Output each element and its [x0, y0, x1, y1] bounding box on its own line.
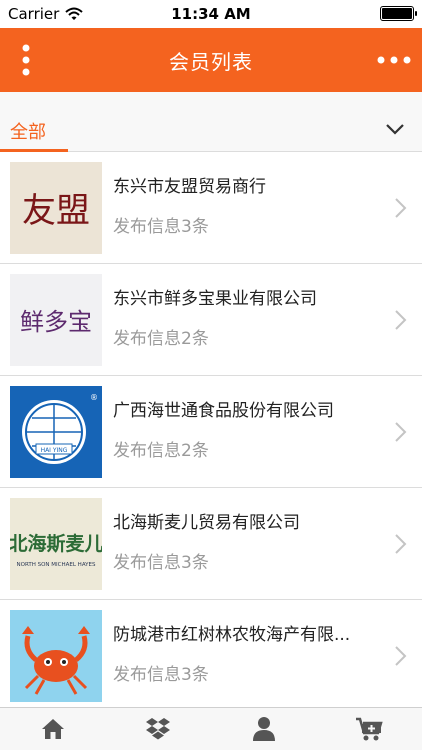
- member-logo: 鲜多宝: [10, 274, 102, 366]
- user-icon: [252, 717, 275, 741]
- svg-text:友盟: 友盟: [22, 191, 90, 231]
- status-bar: Carrier 11:34 AM: [0, 0, 422, 28]
- chevron-right-icon: [395, 198, 407, 218]
- tab-all[interactable]: 全部: [0, 118, 68, 152]
- list-item[interactable]: 北海斯麦儿 NORTH SON MICHAEL HAYES 北海斯麦儿贸易有限公…: [0, 488, 422, 600]
- list-item[interactable]: 防城港市红树林农牧海产有限... 发布信息3条: [0, 600, 422, 712]
- page-title: 会员列表: [169, 50, 253, 74]
- member-name: 东兴市鲜多宝果业有限公司: [113, 289, 317, 309]
- member-post-count: 发布信息2条: [113, 329, 209, 349]
- svg-text:NORTH SON MICHAEL HAYES: NORTH SON MICHAEL HAYES: [17, 562, 96, 568]
- chevron-right-icon: [395, 646, 407, 666]
- crab-icon: [10, 610, 102, 702]
- member-name: 广西海世通食品股份有限公司: [113, 401, 334, 421]
- list-item[interactable]: 友盟 东兴市友盟贸易商行 发布信息3条: [0, 152, 422, 264]
- member-logo: HAI YING ®: [10, 386, 102, 478]
- status-time: 11:34 AM: [171, 5, 251, 23]
- svg-text:HAI YING: HAI YING: [41, 447, 68, 454]
- svg-text:北海斯麦儿: 北海斯麦儿: [10, 532, 102, 555]
- member-logo: 北海斯麦儿 NORTH SON MICHAEL HAYES: [10, 498, 102, 590]
- chevron-right-icon: [395, 534, 407, 554]
- list-item[interactable]: 鲜多宝 东兴市鲜多宝果业有限公司 发布信息2条: [0, 264, 422, 376]
- tab-dropbox[interactable]: [106, 708, 212, 750]
- dropbox-icon: [146, 718, 171, 740]
- member-post-count: 发布信息2条: [113, 441, 209, 461]
- nav-bar: 会员列表: [0, 28, 422, 92]
- cart-add-icon: [356, 717, 383, 741]
- battery-icon: [380, 6, 417, 21]
- tab-profile[interactable]: [211, 708, 317, 750]
- home-icon: [41, 719, 64, 739]
- member-name: 防城港市红树林农牧海产有限...: [113, 625, 351, 645]
- chevron-right-icon: [395, 422, 407, 442]
- chevron-down-icon[interactable]: [384, 118, 406, 140]
- member-logo: 友盟: [10, 162, 102, 254]
- tab-home[interactable]: [0, 708, 106, 750]
- member-logo: [10, 610, 102, 702]
- horizontal-dots-icon[interactable]: [374, 46, 414, 74]
- svg-text:鲜多宝: 鲜多宝: [20, 308, 92, 336]
- member-name: 东兴市友盟贸易商行: [113, 177, 266, 197]
- category-filter-bar: 全部: [0, 92, 422, 152]
- bottom-tab-bar: [0, 707, 422, 750]
- tab-all-label: 全部: [10, 122, 46, 143]
- tab-cart[interactable]: [317, 708, 422, 750]
- list-item[interactable]: HAI YING ® 广西海世通食品股份有限公司 发布信息2条: [0, 376, 422, 488]
- member-post-count: 发布信息3条: [113, 665, 209, 685]
- svg-text:®: ®: [90, 393, 98, 402]
- member-post-count: 发布信息3条: [113, 553, 209, 573]
- chevron-right-icon: [395, 310, 407, 330]
- member-post-count: 发布信息3条: [113, 217, 209, 237]
- member-list: 友盟 东兴市友盟贸易商行 发布信息3条 鲜多宝 东兴市鲜多宝果业有限公司 发布信…: [0, 152, 422, 712]
- member-name: 北海斯麦儿贸易有限公司: [113, 513, 300, 533]
- status-right: [380, 6, 417, 21]
